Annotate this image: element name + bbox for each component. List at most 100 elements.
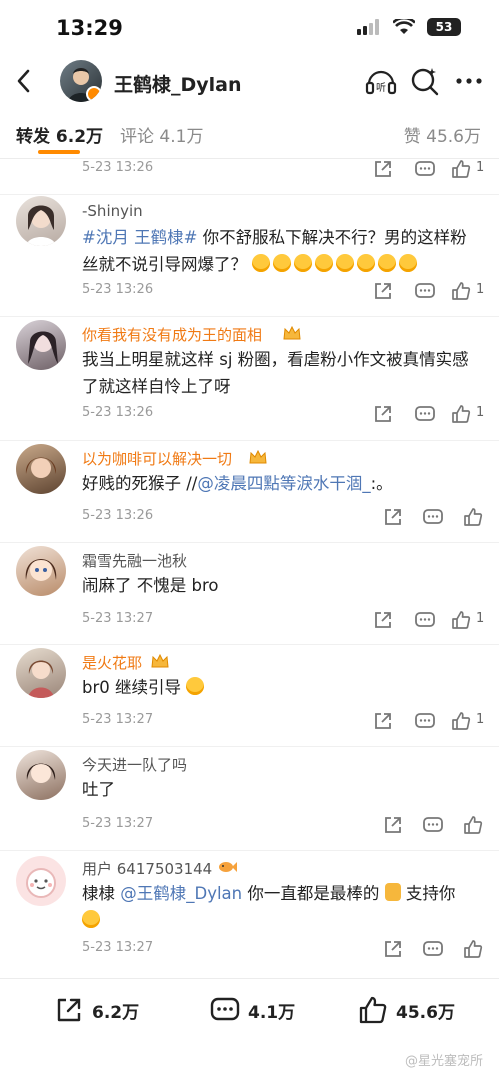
share-icon[interactable] [372,403,394,425]
avatar[interactable] [16,196,66,246]
listen-icon[interactable]: 听 [364,64,398,98]
search-icon[interactable] [408,64,442,98]
comment-icon [210,997,240,1021]
emoji-icon [82,910,100,928]
comment-text: 棣棣 @王鹤棣_Dylan 你一直都是最棒的 支持你 [82,880,482,934]
meta-row: 5-23 13:27 1 [82,710,485,732]
divider [0,542,499,543]
divider [0,746,499,747]
tab-repost[interactable]: 转发 6.2万 [16,122,103,147]
username[interactable]: 用户 6417503144 [82,858,212,879]
timestamp: 5-23 13:27 [82,816,154,831]
thumbs-up-emoji-icon [384,883,401,901]
timestamp: 5-23 13:27 [82,611,154,626]
comment-text: 好贱的死猴子 //@凌晨四點等淚水干涸_:。 [82,470,482,497]
comment-icon[interactable] [414,158,436,180]
username[interactable]: 今天进一队了吗 [82,754,187,775]
comment-icon[interactable] [414,403,436,425]
comment-body-end: :。 [370,474,393,493]
comment-body-mid: 你一直都是最棒的 [242,884,380,903]
comment-body: 好贱的死猴子 // [82,474,198,493]
username[interactable]: 你看我有没有成为王的面相 [82,324,262,345]
tab-like[interactable]: 赞 45.6万 [404,122,481,147]
comment-body-end: 支持你 [400,884,456,903]
like-icon[interactable] [462,814,484,836]
watermark: @星光塞宠所 [404,1054,483,1069]
share-icon[interactable] [372,158,394,180]
like-icon[interactable] [450,609,472,631]
tab-comment[interactable]: 评论 4.1万 [120,122,203,147]
comment-icon[interactable] [422,814,444,836]
verified-badge-icon [86,86,102,102]
wifi-icon [393,19,415,34]
hashtag-link[interactable]: #沈月 王鹤棣# [82,228,197,247]
comment-icon[interactable] [414,280,436,302]
meta-row: 5-23 13:26 [82,506,484,528]
comment-body: 棣棣 [82,884,121,903]
back-icon[interactable] [10,66,40,96]
divider [0,194,499,195]
like-icon[interactable] [462,938,484,960]
comment-count: 4.1万 [248,1002,296,1023]
avatar[interactable] [16,546,66,596]
share-icon[interactable] [382,506,404,528]
timestamp: 5-23 13:27 [82,712,154,727]
share-icon[interactable] [372,609,394,631]
repost-icon [57,998,81,1022]
username[interactable]: 以为咖啡可以解决一切 [82,448,232,469]
comment-icon[interactable] [414,710,436,732]
nav-bar: 王鹤棣_Dylan 听 [0,58,499,106]
comment-icon[interactable] [422,938,444,960]
share-icon[interactable] [372,710,394,732]
like-icon[interactable] [450,710,472,732]
comment-icon[interactable] [422,506,444,528]
like-icon[interactable] [462,506,484,528]
username[interactable]: -Shinyin [82,202,143,220]
svg-text:听: 听 [376,82,386,94]
avatar[interactable] [16,320,66,370]
comment-text: 我当上明星就这样 sj 粉圈，看虐粉小作文被真情实感了就这样自怜上了呀 [82,350,469,396]
timestamp: 5-23 13:26 [82,160,154,175]
meta-row: 5-23 13:27 [82,938,484,960]
repost-button[interactable]: 6.2万 [54,991,139,1029]
comment-text: 闹麻了 不愧是 bro [82,576,219,595]
like-count: 1 [476,712,485,727]
meta-row: 5-23 13:27 1 [82,609,484,631]
status-time: 13:29 [56,16,123,40]
mention-link[interactable]: @凌晨四點等淚水干涸_ [197,474,370,493]
share-icon[interactable] [382,938,404,960]
active-tab-indicator [38,150,80,154]
vip-crown-icon [249,449,267,464]
share-icon[interactable] [382,814,404,836]
like-count: 1 [476,282,485,297]
divider [0,316,499,317]
meta-row: 5-23 13:26 1 [82,403,484,425]
like-icon[interactable] [450,158,472,180]
vip-crown-icon [151,653,169,668]
avatar[interactable] [16,648,66,698]
repost-list[interactable]: 5-23 13:26 1 -Shinyin #沈月 王鹤棣# 你不舒服私下解决不… [0,158,499,976]
fish-badge-icon [219,862,237,872]
mention-link[interactable]: @王鹤棣_Dylan [120,884,242,903]
comment-icon[interactable] [414,609,436,631]
author-avatar[interactable] [60,60,102,102]
avatar[interactable] [16,444,66,494]
comment-text: 吐了 [82,780,115,799]
status-icons: 53 [357,18,461,36]
like-icon[interactable] [450,403,472,425]
like-button[interactable]: 45.6万 [358,991,455,1029]
like-count: 45.6万 [396,1002,455,1023]
more-icon[interactable] [452,64,486,98]
divider [0,850,499,851]
avatar[interactable] [16,750,66,800]
meta-row: 5-23 13:27 [82,814,484,836]
like-icon[interactable] [450,280,472,302]
meta-row: 5-23 13:26 1 [82,280,485,302]
username[interactable]: 是火花耶 [82,652,142,673]
emoji-icon [186,677,205,695]
battery-icon: 53 [427,18,461,36]
comment-button[interactable]: 4.1万 [210,991,295,1029]
share-icon[interactable] [372,280,394,302]
avatar[interactable] [16,856,66,906]
username[interactable]: 霜雪先融一池秋 [82,550,187,571]
